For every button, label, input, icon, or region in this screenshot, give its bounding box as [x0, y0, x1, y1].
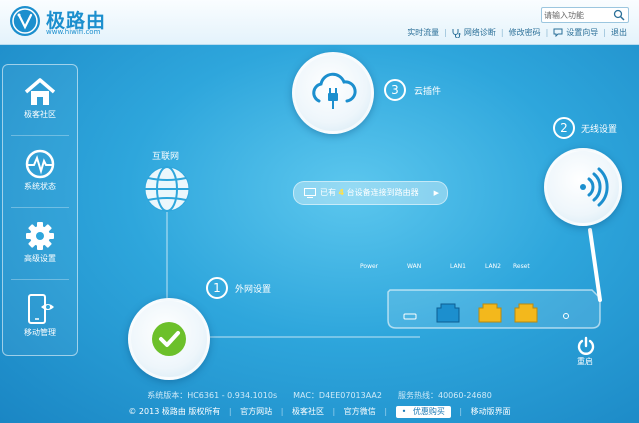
monitor-icon — [304, 188, 316, 198]
step-2-number: 2 — [553, 117, 575, 139]
footer-link-official-site[interactable]: 官方网站 — [240, 407, 272, 416]
sidebar: 极客社区 系统状态 高级设置 移动管理 — [2, 64, 78, 356]
bullet-icon: • — [401, 407, 407, 416]
wireless-settings-label[interactable]: 无线设置 — [581, 122, 617, 135]
connected-devices-button[interactable]: 已有 4 台设备连接到路由器 ▶ — [293, 181, 448, 205]
footer-link-mobile-version[interactable]: 移动版界面 — [471, 407, 511, 416]
port-label-power: Power — [360, 263, 379, 270]
router-graphic — [387, 289, 601, 329]
power-icon[interactable] — [576, 336, 596, 356]
reboot-label[interactable]: 重启 — [577, 356, 593, 367]
cloud-plugin-label[interactable]: 云插件 — [414, 84, 441, 97]
heartbeat-icon — [25, 149, 55, 179]
sidebar-divider — [11, 135, 69, 136]
sidebar-item-label: 极客社区 — [24, 110, 56, 119]
internet-label: 互联网 — [152, 152, 180, 162]
step-3-number: 3 — [384, 79, 406, 101]
copyright-text: © 2013 极路由 版权所有 — [128, 407, 221, 416]
sidebar-item-mobile-management[interactable]: 移动管理 — [3, 281, 77, 349]
sidebar-item-label: 高级设置 — [24, 254, 56, 263]
sidebar-item-advanced-settings[interactable]: 高级设置 — [3, 209, 77, 277]
sidebar-item-system-status[interactable]: 系统状态 — [3, 137, 77, 205]
port-label-wan: WAN — [407, 263, 422, 270]
wan-settings-button[interactable] — [128, 298, 210, 380]
footer-system-info: 系统版本：HC6361 - 0.934.1010s MAC：D4EE07013A… — [147, 391, 492, 400]
sidebar-item-label: 系统状态 — [24, 182, 56, 191]
phone-icon — [28, 294, 54, 324]
sidebar-item-label: 移动管理 — [24, 328, 56, 337]
wireless-settings-button[interactable] — [544, 148, 622, 226]
cloud-plug-icon — [312, 72, 357, 109]
cloud-plugin-button[interactable] — [292, 52, 374, 134]
wan-settings-label[interactable]: 外网设置 — [235, 282, 271, 295]
sidebar-divider — [11, 207, 69, 208]
footer-links: © 2013 极路由 版权所有 | 官方网站 | 极客社区 | 官方微信 | •… — [128, 406, 511, 418]
home-icon — [24, 78, 56, 105]
play-arrow-icon: ▶ — [433, 189, 439, 197]
footer-link-wechat[interactable]: 官方微信 — [344, 407, 376, 416]
port-label-lan1: LAN1 — [450, 263, 466, 270]
wifi-signal-icon — [580, 167, 609, 207]
gear-icon — [26, 222, 54, 250]
globe-icon — [144, 166, 190, 212]
device-count: 4 — [338, 188, 345, 197]
port-label-reset: Reset — [513, 263, 530, 270]
discount-purchase-button[interactable]: • 优惠购买 — [395, 406, 451, 418]
port-label-lan2: LAN2 — [485, 263, 501, 270]
footer-link-geek-community[interactable]: 极客社区 — [292, 407, 324, 416]
sidebar-divider — [11, 279, 69, 280]
checkmark-icon — [152, 322, 186, 356]
sidebar-item-geek-community[interactable]: 极客社区 — [3, 65, 77, 133]
step-1-number: 1 — [206, 277, 228, 299]
